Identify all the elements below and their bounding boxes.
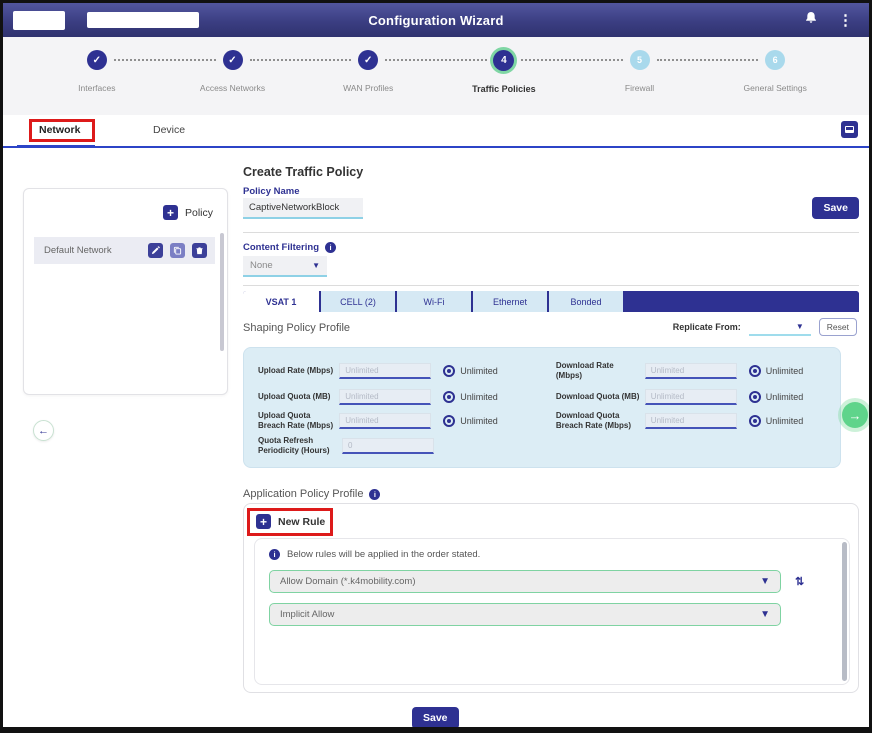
download-rate-unlimited-radio[interactable] bbox=[749, 365, 761, 377]
save-policy-button[interactable]: Save bbox=[812, 197, 859, 219]
divider bbox=[243, 285, 859, 286]
back-arrow-button[interactable]: ← bbox=[33, 420, 54, 441]
upload-quota-input[interactable] bbox=[339, 389, 431, 405]
scope-tab-bar: Network Device bbox=[3, 115, 869, 148]
reset-button[interactable]: Reset bbox=[819, 318, 857, 336]
application-profile-title-row: Application Policy Profile i bbox=[243, 488, 380, 500]
back-arrow-icon: ← bbox=[38, 425, 49, 437]
forward-arrow-icon: → bbox=[849, 408, 862, 423]
chevron-down-icon: ▼ bbox=[760, 576, 770, 587]
shaping-policy-panel: Upload Rate (Mbps) Unlimited Download Ra… bbox=[243, 347, 841, 468]
tab-device[interactable]: Device bbox=[153, 124, 185, 136]
shaping-profile-title: Shaping Policy Profile bbox=[243, 322, 350, 334]
download-breach-rate-input[interactable] bbox=[645, 413, 737, 429]
step-wan-profiles[interactable]: ✓ WAN Profiles bbox=[300, 37, 436, 115]
edit-pencil-icon[interactable] bbox=[148, 243, 163, 258]
tab-wifi[interactable]: Wi-Fi bbox=[395, 291, 471, 312]
info-icon[interactable]: i bbox=[325, 242, 336, 253]
download-quota-input[interactable] bbox=[645, 389, 737, 405]
policy-name-input[interactable] bbox=[243, 198, 363, 219]
check-icon: ✓ bbox=[223, 50, 243, 70]
next-interface-button[interactable]: → bbox=[842, 402, 868, 428]
wizard-stepper: ✓ Interfaces ✓ Access Networks ✓ WAN Pro… bbox=[3, 37, 869, 115]
upload-rate-unlimited-radio[interactable] bbox=[443, 365, 455, 377]
step-number: 5 bbox=[630, 50, 650, 70]
content-filtering-select[interactable]: None ▼ bbox=[243, 256, 327, 277]
active-tab-indicator bbox=[17, 145, 95, 148]
rules-panel-scrollbar[interactable] bbox=[842, 542, 847, 681]
copy-icon[interactable] bbox=[170, 243, 185, 258]
check-icon: ✓ bbox=[358, 50, 378, 70]
step-traffic-policies[interactable]: 4 Traffic Policies bbox=[436, 37, 572, 115]
step-number: 4 bbox=[493, 50, 514, 71]
rules-order-note: Below rules will be applied in the order… bbox=[287, 549, 480, 560]
policy-list-card: + Policy Default Network bbox=[23, 188, 228, 395]
upload-quota-unlimited-radio[interactable] bbox=[443, 391, 455, 403]
download-quota-unlimited-radio[interactable] bbox=[749, 391, 761, 403]
reorder-handle-icon[interactable]: ⇅ bbox=[795, 575, 804, 588]
bell-icon[interactable] bbox=[804, 10, 818, 30]
check-icon: ✓ bbox=[87, 50, 107, 70]
tab-cell[interactable]: CELL (2) bbox=[319, 291, 395, 312]
add-policy-button[interactable]: + Policy bbox=[163, 205, 213, 220]
replicate-from-select[interactable]: ▼ bbox=[749, 319, 811, 336]
app-header: Configuration Wizard ⋮ bbox=[3, 3, 869, 37]
info-icon: i bbox=[269, 549, 280, 560]
tab-ethernet[interactable]: Ethernet bbox=[471, 291, 547, 312]
interface-tab-bar: VSAT 1 CELL (2) Wi-Fi Ethernet Bonded bbox=[243, 291, 859, 312]
content-filtering-label-row: Content Filtering i bbox=[243, 242, 336, 253]
step-interfaces[interactable]: ✓ Interfaces bbox=[29, 37, 165, 115]
divider bbox=[243, 232, 859, 233]
upload-rate-input[interactable] bbox=[339, 363, 431, 379]
tab-bar-filler bbox=[623, 291, 859, 312]
chevron-down-icon: ▼ bbox=[796, 322, 804, 331]
tab-vsat-1[interactable]: VSAT 1 bbox=[243, 291, 319, 312]
info-icon[interactable]: i bbox=[369, 489, 380, 500]
chevron-down-icon: ▼ bbox=[312, 261, 320, 270]
download-rate-input[interactable] bbox=[645, 363, 737, 379]
expand-window-icon[interactable] bbox=[841, 121, 858, 138]
policy-list-scrollbar[interactable] bbox=[220, 233, 224, 351]
section-heading: Create Traffic Policy bbox=[243, 165, 363, 179]
rule-implicit-allow-select[interactable]: Implicit Allow ▼ bbox=[269, 603, 781, 626]
policy-list-item[interactable]: Default Network bbox=[34, 237, 215, 264]
step-general-settings[interactable]: 6 General Settings bbox=[707, 37, 843, 115]
page-title: Configuration Wizard bbox=[3, 13, 869, 28]
step-access-networks[interactable]: ✓ Access Networks bbox=[165, 37, 301, 115]
download-breach-unlimited-radio[interactable] bbox=[749, 415, 761, 427]
tab-bonded[interactable]: Bonded bbox=[547, 291, 623, 312]
application-rules-card: + New Rule i Below rules will be applied… bbox=[243, 503, 859, 693]
step-number: 6 bbox=[765, 50, 785, 70]
policy-name-label: Policy Name bbox=[243, 186, 300, 197]
replicate-from-label: Replicate From: bbox=[673, 322, 741, 332]
main-content: + Policy Default Network bbox=[3, 150, 869, 727]
delete-trash-icon[interactable] bbox=[192, 243, 207, 258]
kebab-menu-icon[interactable]: ⋮ bbox=[838, 13, 853, 28]
upload-breach-rate-input[interactable] bbox=[339, 413, 431, 429]
plus-icon: + bbox=[256, 514, 271, 529]
save-bottom-button[interactable]: Save bbox=[412, 707, 459, 729]
chevron-down-icon: ▼ bbox=[760, 609, 770, 620]
tab-network[interactable]: Network bbox=[39, 124, 80, 136]
rules-list-panel: i Below rules will be applied in the ord… bbox=[254, 538, 850, 685]
configuration-wizard-screen: Configuration Wizard ⋮ ✓ Interfaces ✓ Ac… bbox=[0, 0, 872, 733]
step-firewall[interactable]: 5 Firewall bbox=[572, 37, 708, 115]
rule-allow-domain-select[interactable]: Allow Domain (*.k4mobility.com) ▼ bbox=[269, 570, 781, 593]
quota-refresh-input[interactable] bbox=[342, 438, 434, 454]
new-rule-button[interactable]: + New Rule bbox=[256, 514, 325, 529]
plus-icon: + bbox=[163, 205, 178, 220]
upload-breach-unlimited-radio[interactable] bbox=[443, 415, 455, 427]
